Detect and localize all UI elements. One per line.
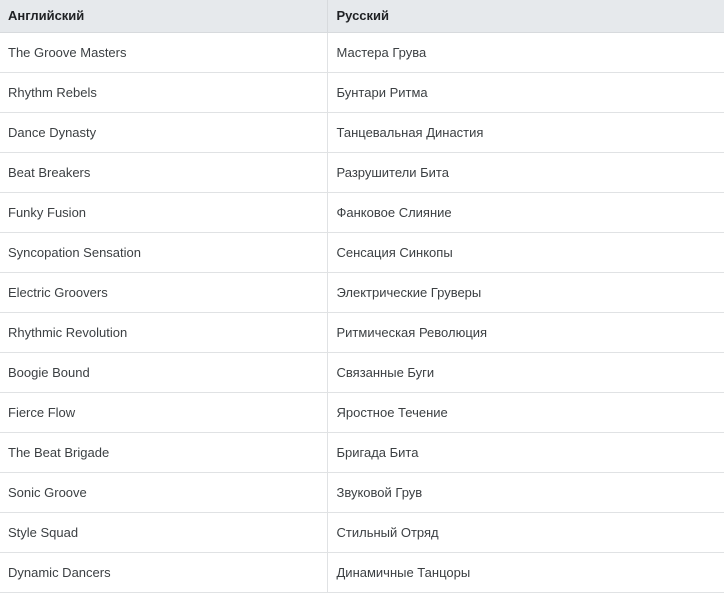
cell-russian: Стильный Отряд	[326, 512, 724, 553]
cell-russian: Электрические Груверы	[326, 272, 724, 313]
table-row[interactable]: Beat Breakers Разрушители Бита	[0, 152, 724, 193]
cell-english: Rhythm Rebels	[0, 72, 327, 113]
cell-english: Beat Breakers	[0, 152, 327, 193]
table-row[interactable]: Rhythm Rebels Бунтари Ритма	[0, 72, 724, 113]
cell-english: Style Squad	[0, 512, 327, 553]
cell-english: Dance Dynasty	[0, 112, 327, 153]
cell-russian: Бригада Бита	[326, 432, 724, 473]
cell-english: Syncopation Sensation	[0, 232, 327, 273]
cell-russian: Сенсация Синкопы	[326, 232, 724, 273]
cell-russian: Ритмическая Революция	[326, 312, 724, 353]
table-row[interactable]: Electric Groovers Электрические Груверы	[0, 272, 724, 313]
cell-russian: Мастера Грува	[326, 32, 724, 73]
cell-russian: Динамичные Танцоры	[326, 552, 724, 593]
cell-russian: Бунтари Ритма	[326, 72, 724, 113]
cell-russian: Звуковой Грув	[326, 472, 724, 513]
column-header-russian[interactable]: Русский	[326, 0, 724, 33]
table-row[interactable]: The Beat Brigade Бригада Бита	[0, 432, 724, 473]
cell-english: Sonic Groove	[0, 472, 327, 513]
cell-english: The Groove Masters	[0, 32, 327, 73]
table-row[interactable]: Fierce Flow Яростное Течение	[0, 392, 724, 433]
cell-english: The Beat Brigade	[0, 432, 327, 473]
column-header-english[interactable]: Английский	[0, 0, 327, 33]
table-row[interactable]: Syncopation Sensation Сенсация Синкопы	[0, 232, 724, 273]
cell-russian: Яростное Течение	[326, 392, 724, 433]
table-row[interactable]: Style Squad Стильный Отряд	[0, 512, 724, 553]
cell-english: Fierce Flow	[0, 392, 327, 433]
cell-english: Boogie Bound	[0, 352, 327, 393]
cell-english: Dynamic Dancers	[0, 552, 327, 593]
cell-english: Funky Fusion	[0, 192, 327, 233]
translation-table: Английский Русский The Groove Masters Мас…	[0, 0, 724, 593]
table-row[interactable]: Rhythmic Revolution Ритмическая Революция	[0, 312, 724, 353]
cell-russian: Связанные Буги	[326, 352, 724, 393]
cell-russian: Танцевальная Династия	[326, 112, 724, 153]
cell-english: Electric Groovers	[0, 272, 327, 313]
table-row[interactable]: Boogie Bound Связанные Буги	[0, 352, 724, 393]
table-row[interactable]: Dance Dynasty Танцевальная Династия	[0, 112, 724, 153]
cell-russian: Разрушители Бита	[326, 152, 724, 193]
table-row[interactable]: Funky Fusion Фанковое Слияние	[0, 192, 724, 233]
table-row[interactable]: Dynamic Dancers Динамичные Танцоры	[0, 552, 724, 593]
table-header: Английский Русский	[0, 0, 724, 33]
cell-russian: Фанковое Слияние	[326, 192, 724, 233]
table-row[interactable]: Sonic Groove Звуковой Грув	[0, 472, 724, 513]
table-row[interactable]: The Groove Masters Мастера Грува	[0, 32, 724, 73]
table-header-row: Английский Русский	[0, 0, 724, 33]
cell-english: Rhythmic Revolution	[0, 312, 327, 353]
table-body: The Groove Masters Мастера Грува Rhythm Re…	[0, 32, 724, 593]
